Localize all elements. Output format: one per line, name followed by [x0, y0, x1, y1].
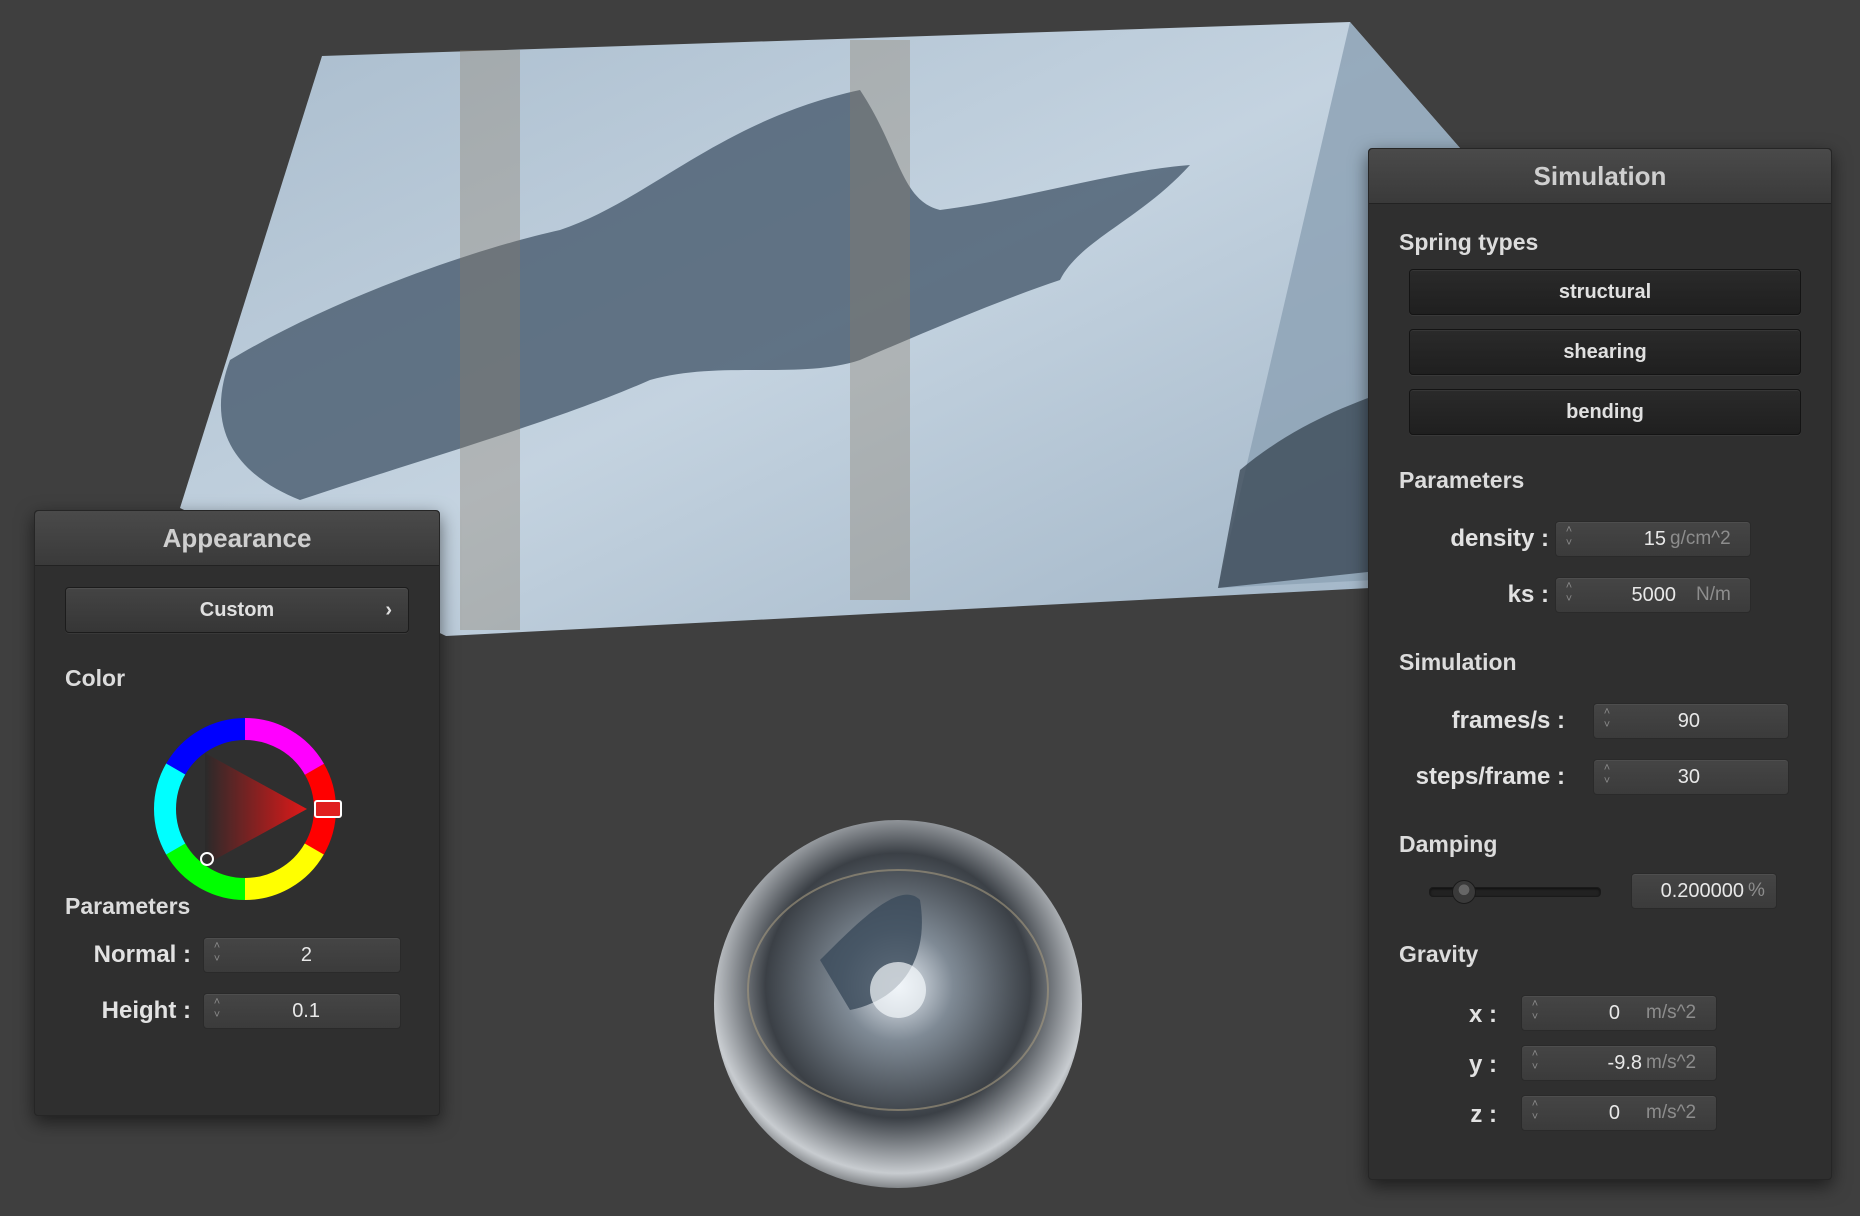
stepper-arrows-icon[interactable]: ˄ ˅ [1528, 1098, 1542, 1128]
normal-value: 2 [300, 944, 312, 966]
stepper-arrows-icon[interactable]: ˄ ˅ [1528, 1048, 1542, 1078]
damping-field[interactable]: 0.200000 % [1631, 873, 1777, 909]
gravity-x-unit: m/s^2 [1646, 1002, 1697, 1023]
color-wheel[interactable] [145, 709, 345, 909]
reflective-sphere [714, 820, 1082, 1188]
spring-types-title: Spring types [1399, 229, 1539, 255]
sim-parameters-title: Parameters [1399, 467, 1525, 493]
gravity-z-unit: m/s^2 [1646, 1102, 1697, 1123]
ks-stepper[interactable]: ˄ ˅ 5000 N/m [1555, 577, 1751, 613]
stepper-arrows-icon[interactable]: ˄ ˅ [210, 996, 224, 1026]
gravity-x-value: 0 [1608, 1002, 1620, 1024]
height-label: Height : [101, 997, 191, 1024]
hue-selector[interactable] [314, 800, 342, 818]
steps-label: steps/frame : [1415, 763, 1565, 790]
density-value: 15 [1643, 528, 1666, 550]
gravity-z-label: z : [1470, 1101, 1497, 1128]
saturation-triangle[interactable] [205, 753, 307, 865]
density-unit: g/cm^2 [1670, 528, 1731, 549]
simulation-section-title: Simulation [1399, 649, 1517, 675]
density-label: density : [1450, 525, 1549, 552]
ks-unit: N/m [1696, 584, 1731, 605]
damping-section-title: Damping [1399, 831, 1498, 857]
gravity-y-value: -9.8 [1607, 1052, 1642, 1074]
stepper-arrows-icon[interactable]: ˄ ˅ [1528, 998, 1542, 1028]
structural-spring-button[interactable]: structural [1409, 269, 1801, 315]
steps-value: 30 [1677, 766, 1700, 788]
shearing-spring-button[interactable]: shearing [1409, 329, 1801, 375]
preset-dropdown-button[interactable]: Custom › [65, 587, 409, 633]
gravity-x-label: x : [1468, 1001, 1497, 1028]
chevron-right-icon: › [385, 599, 392, 621]
normal-label: Normal : [93, 941, 191, 968]
stepper-arrows-icon[interactable]: ˄ ˅ [210, 940, 224, 970]
damping-slider-handle[interactable] [1452, 880, 1476, 904]
normal-stepper[interactable]: ˄ ˅ 2 [203, 937, 401, 973]
appearance-parameters-title: Parameters [65, 893, 191, 919]
gravity-x-stepper[interactable]: ˄ ˅ 0 m/s^2 [1521, 995, 1717, 1031]
damping-value: 0.200000 [1660, 880, 1744, 902]
appearance-panel: Appearance Custom › Color Parameters Nor… [34, 510, 440, 1116]
steps-stepper[interactable]: ˄ ˅ 30 [1593, 759, 1789, 795]
gravity-section-title: Gravity [1399, 941, 1479, 967]
appearance-panel-title: Appearance [35, 511, 439, 566]
stepper-arrows-icon[interactable]: ˄ ˅ [1562, 524, 1576, 554]
fps-stepper[interactable]: ˄ ˅ 90 [1593, 703, 1789, 739]
stepper-arrows-icon[interactable]: ˄ ˅ [1600, 706, 1614, 736]
preset-dropdown-label: Custom [199, 599, 275, 621]
ks-value: 5000 [1631, 584, 1677, 606]
simulation-panel: Simulation Spring types structural shear… [1368, 148, 1832, 1180]
fps-value: 90 [1677, 710, 1700, 732]
color-section-title: Color [65, 665, 126, 691]
gravity-z-stepper[interactable]: ˄ ˅ 0 m/s^2 [1521, 1095, 1717, 1131]
gravity-y-stepper[interactable]: ˄ ˅ -9.8 m/s^2 [1521, 1045, 1717, 1081]
ks-label: ks : [1507, 581, 1549, 608]
gravity-y-unit: m/s^2 [1646, 1052, 1697, 1073]
height-value: 0.1 [292, 1000, 320, 1022]
simulation-panel-title: Simulation [1369, 149, 1831, 204]
fps-label: frames/s : [1451, 707, 1565, 734]
height-stepper[interactable]: ˄ ˅ 0.1 [203, 993, 401, 1029]
stepper-arrows-icon[interactable]: ˄ ˅ [1600, 762, 1614, 792]
gravity-y-label: y : [1468, 1051, 1497, 1078]
bending-spring-button[interactable]: bending [1409, 389, 1801, 435]
density-stepper[interactable]: ˄ ˅ 15 g/cm^2 [1555, 521, 1751, 557]
damping-unit: % [1748, 880, 1765, 901]
stepper-arrows-icon[interactable]: ˄ ˅ [1562, 580, 1576, 610]
gravity-z-value: 0 [1608, 1102, 1620, 1124]
